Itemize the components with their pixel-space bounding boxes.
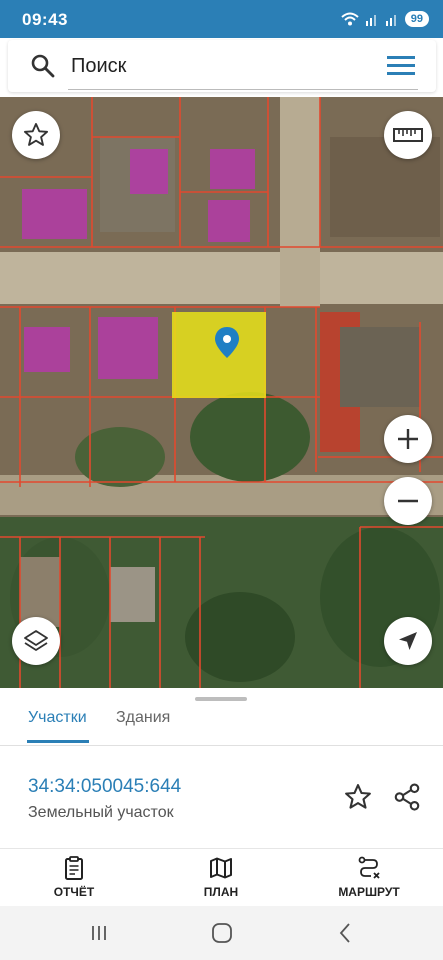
- share-icon[interactable]: [392, 782, 422, 812]
- plus-icon: [398, 429, 418, 449]
- status-bar: 09:43 99: [0, 0, 443, 38]
- active-tab-indicator: [27, 740, 89, 743]
- nav-plan-label: ПЛАН: [203, 885, 239, 899]
- signal-icon-2: [385, 15, 396, 26]
- tab-divider: [0, 745, 443, 746]
- tab-parcels[interactable]: Участки: [28, 709, 87, 727]
- my-location-button[interactable]: [384, 617, 432, 665]
- bottom-navigation: ОТЧЁТ ПЛАН МАРШРУТ: [0, 848, 443, 907]
- battery-badge: 99: [404, 11, 429, 27]
- nav-route[interactable]: МАРШРУТ: [314, 855, 424, 899]
- report-icon: [65, 856, 83, 880]
- sheet-drag-handle[interactable]: [195, 697, 247, 701]
- signal-icon: [365, 15, 376, 26]
- status-time: 09:43: [22, 10, 68, 29]
- status-icons: 99: [341, 10, 429, 28]
- nav-route-label: МАРШРУТ: [338, 885, 400, 899]
- route-icon: [358, 856, 380, 879]
- ruler-icon: [393, 128, 423, 142]
- layers-icon: [24, 630, 48, 651]
- search-input[interactable]: Поиск: [71, 55, 126, 78]
- layers-button[interactable]: [12, 617, 60, 665]
- cadastral-number[interactable]: 34:34:050045:644: [28, 776, 181, 798]
- hamburger-menu-icon[interactable]: [386, 53, 416, 79]
- map-view[interactable]: [0, 97, 443, 690]
- map-icon: [210, 857, 232, 879]
- wifi-icon: [341, 12, 359, 26]
- navigation-arrow-icon: [399, 632, 417, 650]
- tab-buildings[interactable]: Здания: [116, 709, 170, 727]
- satellite-map[interactable]: [0, 97, 443, 690]
- home-icon[interactable]: [209, 920, 235, 946]
- search-underline: [68, 89, 418, 90]
- minus-icon: [398, 499, 418, 503]
- bottom-sheet: Участки Здания 34:34:050045:644 Земельны…: [0, 688, 443, 848]
- search-bar[interactable]: Поиск: [8, 40, 436, 92]
- favorite-button[interactable]: [12, 111, 60, 159]
- star-icon: [23, 122, 49, 146]
- search-icon[interactable]: [30, 53, 56, 79]
- ruler-button[interactable]: [384, 111, 432, 159]
- back-icon[interactable]: [333, 920, 359, 946]
- nav-report-label: ОТЧЁТ: [53, 885, 95, 899]
- favorite-star-icon[interactable]: [343, 782, 373, 812]
- zoom-in-button[interactable]: [384, 415, 432, 463]
- system-navigation-bar: [0, 906, 443, 960]
- nav-report[interactable]: ОТЧЁТ: [19, 855, 129, 899]
- zoom-out-button[interactable]: [384, 477, 432, 525]
- nav-plan[interactable]: ПЛАН: [166, 855, 276, 899]
- recent-apps-icon[interactable]: [86, 920, 112, 946]
- parcel-type: Земельный участок: [28, 804, 174, 821]
